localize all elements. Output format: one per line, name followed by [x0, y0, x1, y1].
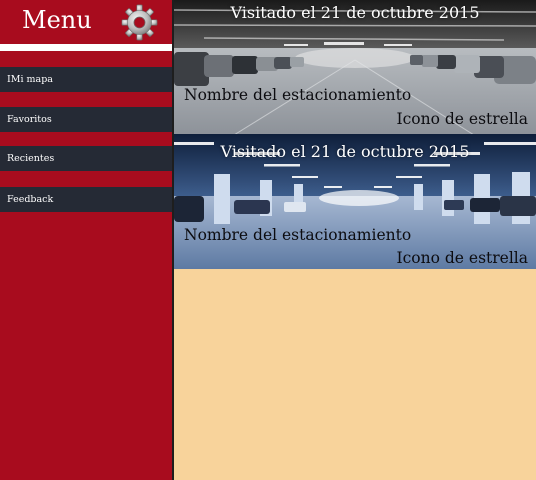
visit-date: Visitado el 21 de octubre 2015: [230, 3, 480, 22]
parking-card[interactable]: Visitado el 21 de octubre 2015 Nombre de…: [174, 134, 536, 269]
content-area: [174, 269, 536, 480]
star-icon-label[interactable]: Icono de estrella: [397, 249, 529, 267]
visit-date: Visitado el 21 de octubre 2015: [220, 142, 470, 161]
menu-title: Menu: [22, 6, 92, 34]
parking-name[interactable]: Nombre del estacionamiento: [184, 86, 411, 104]
menu-header: Menu: [0, 0, 172, 46]
menu-divider: [0, 44, 172, 51]
nav-item-favoritos[interactable]: Favoritos: [0, 107, 172, 132]
nav-item-mi-mapa[interactable]: IMi mapa: [0, 67, 172, 92]
gear-icon[interactable]: [121, 4, 158, 41]
star-icon-label[interactable]: Icono de estrella: [397, 110, 529, 128]
sidebar: Menu IMi mapa Favoritos Recientes Feedba…: [0, 0, 174, 480]
parking-name[interactable]: Nombre del estacionamiento: [184, 226, 411, 244]
nav-item-feedback[interactable]: Feedback: [0, 187, 172, 212]
parking-card[interactable]: Visitado el 21 de octubre 2015 Nombre de…: [174, 0, 536, 135]
nav-item-recientes[interactable]: Recientes: [0, 146, 172, 171]
